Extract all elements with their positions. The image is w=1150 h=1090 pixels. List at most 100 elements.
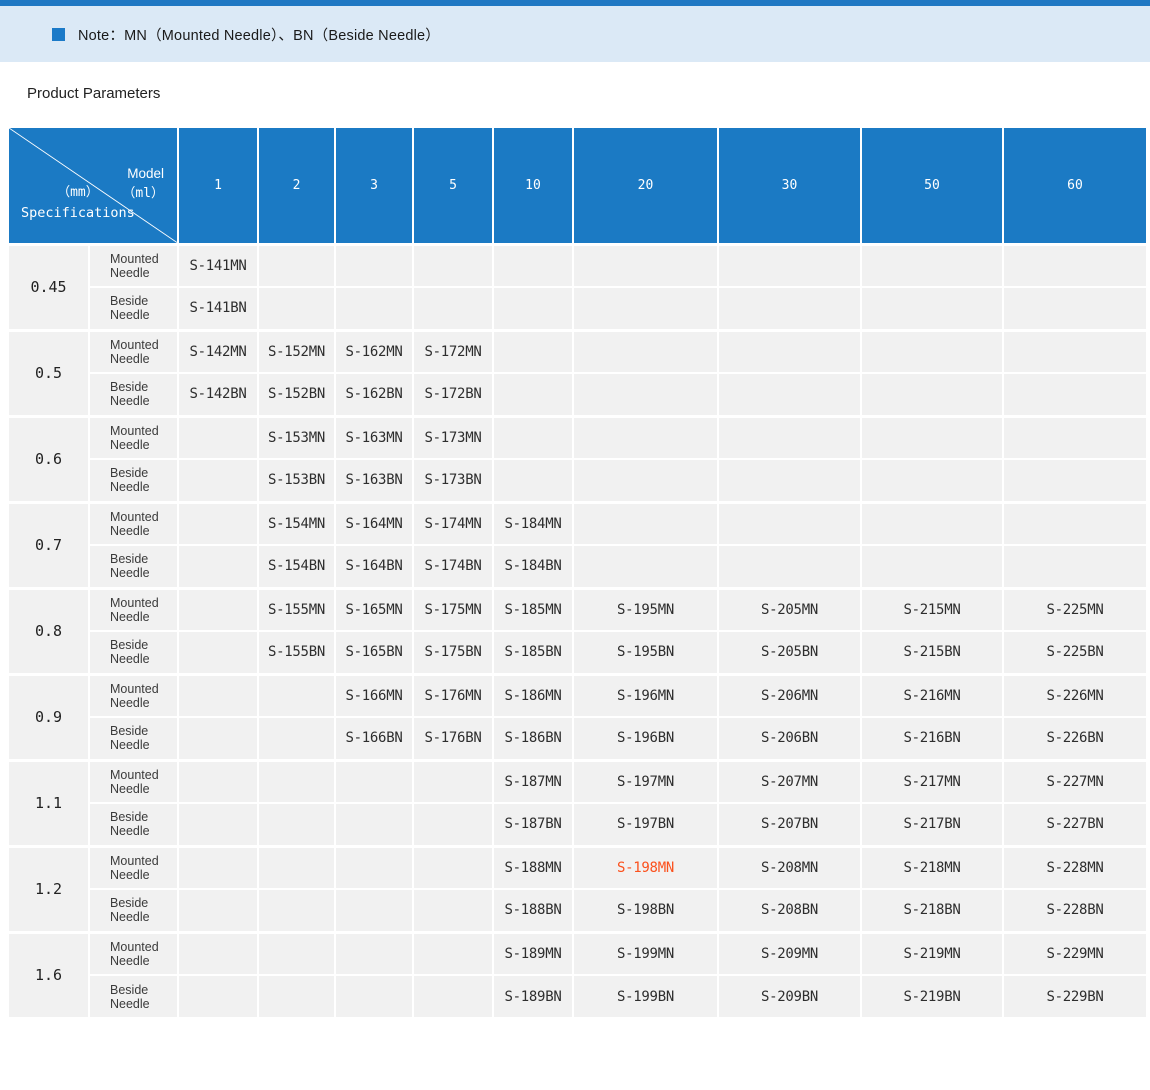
model-code-cell[interactable]: S-185BN: [492, 630, 574, 675]
beside-needle-row: Beside Needle S-187BN S-197BN S-207BN S-217B…: [8, 802, 1148, 847]
model-code-cell[interactable]: S-154BN: [257, 544, 336, 589]
model-code-cell[interactable]: S-173MN: [412, 415, 494, 460]
model-code-cell[interactable]: S-225MN: [1002, 587, 1148, 632]
model-code-cell[interactable]: S-185MN: [492, 587, 574, 632]
model-code-cell[interactable]: S-141MN: [177, 243, 259, 288]
model-code-cell[interactable]: S-162MN: [334, 329, 414, 374]
model-code-cell[interactable]: S-187BN: [492, 802, 574, 847]
model-code-cell[interactable]: S-208MN: [717, 845, 862, 890]
beside-needle-label-text: Beside Needle: [110, 896, 150, 925]
model-code-cell[interactable]: S-206MN: [717, 673, 862, 718]
model-code-cell[interactable]: S-218MN: [860, 845, 1004, 890]
model-code-cell[interactable]: S-153BN: [257, 458, 336, 503]
model-code-cell[interactable]: S-227MN: [1002, 759, 1148, 804]
model-code-cell[interactable]: S-188BN: [492, 888, 574, 933]
model-code-cell[interactable]: S-219MN: [860, 931, 1004, 976]
model-code-cell[interactable]: S-162BN: [334, 372, 414, 417]
model-code-cell[interactable]: S-205MN: [717, 587, 862, 632]
model-code-cell[interactable]: S-228BN: [1002, 888, 1148, 933]
model-code-cell[interactable]: S-163BN: [334, 458, 414, 503]
model-code-cell[interactable]: S-228MN: [1002, 845, 1148, 890]
model-code-cell[interactable]: S-196BN: [572, 716, 719, 761]
empty-cell: [717, 415, 862, 460]
empty-cell: [334, 802, 414, 847]
model-code-cell[interactable]: S-176MN: [412, 673, 494, 718]
model-code-cell[interactable]: S-165MN: [334, 587, 414, 632]
corner-specifications-label: （mm） Specifications: [21, 184, 135, 221]
model-code-cell[interactable]: S-184BN: [492, 544, 574, 589]
model-code-cell[interactable]: S-229MN: [1002, 931, 1148, 976]
model-code-cell[interactable]: S-155MN: [257, 587, 336, 632]
spec-group-1.6: 1.6 Mounted Needle S-189MN S-199MN S-209MN S-…: [7, 931, 1148, 1019]
model-code-cell[interactable]: S-188MN: [492, 845, 574, 890]
model-code-cell[interactable]: S-229BN: [1002, 974, 1148, 1019]
model-code-cell[interactable]: S-195MN: [572, 587, 719, 632]
model-code-cell[interactable]: S-186MN: [492, 673, 574, 718]
model-code-cell[interactable]: S-176BN: [412, 716, 494, 761]
model-code-cell[interactable]: S-164BN: [334, 544, 414, 589]
model-code-cell[interactable]: S-172BN: [412, 372, 494, 417]
model-code-cell[interactable]: S-163MN: [334, 415, 414, 460]
model-code-cell[interactable]: S-216BN: [860, 716, 1004, 761]
model-code-cell[interactable]: S-187MN: [492, 759, 574, 804]
model-code-cell[interactable]: S-141BN: [177, 286, 259, 331]
model-code-cell[interactable]: S-217MN: [860, 759, 1004, 804]
model-code-cell[interactable]: S-175MN: [412, 587, 494, 632]
model-code-cell[interactable]: S-175BN: [412, 630, 494, 675]
model-code-cell[interactable]: S-209MN: [717, 931, 862, 976]
model-code-cell[interactable]: S-199MN: [572, 931, 719, 976]
model-code-cell[interactable]: S-196MN: [572, 673, 719, 718]
model-code-cell[interactable]: S-206BN: [717, 716, 862, 761]
model-code-cell[interactable]: S-209BN: [717, 974, 862, 1019]
model-code-cell[interactable]: S-174MN: [412, 501, 494, 546]
model-code-cell[interactable]: S-189MN: [492, 931, 574, 976]
model-code-cell[interactable]: S-186BN: [492, 716, 574, 761]
model-code-cell[interactable]: S-152BN: [257, 372, 336, 417]
empty-cell: [334, 845, 414, 890]
model-code-cell[interactable]: S-166MN: [334, 673, 414, 718]
model-code-cell[interactable]: S-164MN: [334, 501, 414, 546]
model-code-cell[interactable]: S-215MN: [860, 587, 1004, 632]
model-code-cell[interactable]: S-217BN: [860, 802, 1004, 847]
beside-needle-label-text: Beside Needle: [110, 810, 150, 839]
model-code-cell[interactable]: S-173BN: [412, 458, 494, 503]
empty-cell: [177, 974, 259, 1019]
model-code-cell[interactable]: S-199BN: [572, 974, 719, 1019]
model-code-cell[interactable]: S-208BN: [717, 888, 862, 933]
model-code-cell[interactable]: S-153MN: [257, 415, 336, 460]
mounted-needle-row: 0.9 Mounted Needle S-166MN S-176MN S-186MN S-…: [7, 673, 1148, 761]
mounted-needle-label: Mounted Needle: [88, 243, 179, 288]
model-code-cell[interactable]: S-184MN: [492, 501, 574, 546]
model-code-cell[interactable]: S-142MN: [177, 329, 259, 374]
model-code-cell[interactable]: S-219BN: [860, 974, 1004, 1019]
model-code-cell[interactable]: S-216MN: [860, 673, 1004, 718]
model-code-cell[interactable]: S-198BN: [572, 888, 719, 933]
model-code-cell[interactable]: S-189BN: [492, 974, 574, 1019]
model-code-cell[interactable]: S-197MN: [572, 759, 719, 804]
beside-needle-row: Beside Needle S-153BN S-163BN S-173BN: [8, 458, 1148, 503]
model-code-cell[interactable]: S-207MN: [717, 759, 862, 804]
model-code-cell[interactable]: S-205BN: [717, 630, 862, 675]
model-code-cell[interactable]: S-166BN: [334, 716, 414, 761]
model-code-cell[interactable]: S-218BN: [860, 888, 1004, 933]
model-code-cell[interactable]: S-225BN: [1002, 630, 1148, 675]
empty-cell: [717, 329, 862, 374]
model-code-cell[interactable]: S-215BN: [860, 630, 1004, 675]
model-code-cell[interactable]: S-142BN: [177, 372, 259, 417]
model-code-cell[interactable]: S-195BN: [572, 630, 719, 675]
model-code-cell[interactable]: S-227BN: [1002, 802, 1148, 847]
model-code-cell[interactable]: S-174BN: [412, 544, 494, 589]
note-bullet-icon: [52, 27, 65, 41]
model-code-cell[interactable]: S-197BN: [572, 802, 719, 847]
model-code-cell-highlighted[interactable]: S-198MN: [572, 845, 719, 890]
model-code-cell[interactable]: S-226BN: [1002, 716, 1148, 761]
model-code-cell[interactable]: S-172MN: [412, 329, 494, 374]
model-code-cell[interactable]: S-165BN: [334, 630, 414, 675]
model-code-cell[interactable]: S-155BN: [257, 630, 336, 675]
model-code-cell[interactable]: S-226MN: [1002, 673, 1148, 718]
spec-value-cell: 0.7: [7, 501, 90, 589]
spec-group-1.2: 1.2 Mounted Needle S-188MN S-198MN S-208MN S-…: [7, 845, 1148, 933]
model-code-cell[interactable]: S-152MN: [257, 329, 336, 374]
model-code-cell[interactable]: S-154MN: [257, 501, 336, 546]
model-code-cell[interactable]: S-207BN: [717, 802, 862, 847]
